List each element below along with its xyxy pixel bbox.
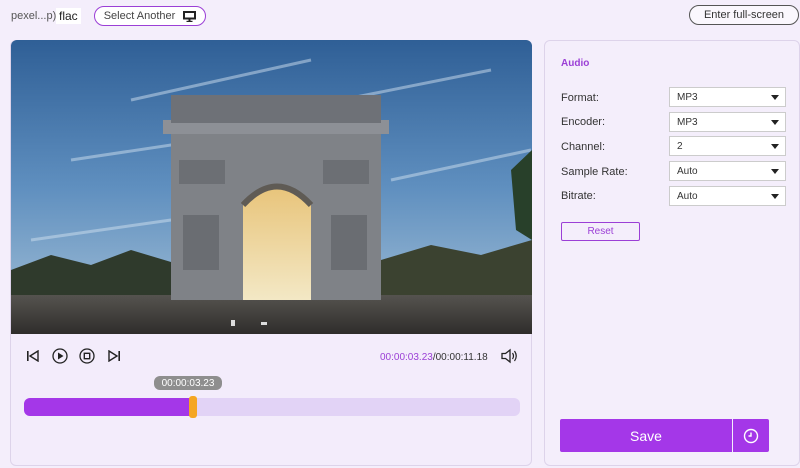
select-another-button[interactable]: Select Another bbox=[94, 6, 206, 26]
time-tooltip: 00:00:03.23 bbox=[154, 376, 222, 390]
playback-controls bbox=[24, 347, 123, 367]
video-preview[interactable] bbox=[11, 40, 532, 334]
encoder-label: Encoder: bbox=[561, 116, 606, 128]
progress-track[interactable] bbox=[24, 396, 520, 418]
format-tag: flac bbox=[56, 8, 81, 24]
time-display: 00:00:03.23/00:00:11.18 bbox=[380, 352, 488, 363]
format-dropdown[interactable]: MP3 bbox=[669, 87, 786, 107]
schedule-button[interactable] bbox=[733, 419, 769, 452]
sample-rate-value: Auto bbox=[677, 165, 698, 177]
save-button[interactable]: Save bbox=[560, 419, 732, 452]
channel-label: Channel: bbox=[561, 141, 606, 153]
file-name: pexel...p). bbox=[11, 10, 60, 22]
clock-icon bbox=[743, 428, 759, 443]
progress-fill bbox=[24, 398, 193, 416]
step-forward-icon bbox=[108, 350, 120, 362]
play-button[interactable] bbox=[51, 347, 69, 365]
step-back-icon bbox=[27, 350, 39, 362]
play-icon bbox=[52, 348, 68, 364]
monitor-icon bbox=[183, 10, 197, 22]
total-time: 00:00:11.18 bbox=[435, 352, 488, 363]
bitrate-value: Auto bbox=[677, 190, 698, 202]
video-frame bbox=[11, 40, 532, 334]
fullscreen-button[interactable]: Enter full-screen bbox=[689, 5, 799, 25]
encoder-dropdown[interactable]: MP3 bbox=[669, 112, 786, 132]
chevron-down-icon bbox=[771, 194, 779, 199]
format-value: MP3 bbox=[677, 91, 698, 103]
progress-handle[interactable] bbox=[188, 396, 197, 418]
channel-dropdown[interactable]: 2 bbox=[669, 136, 786, 156]
current-time: 00:00:03.23 bbox=[380, 352, 433, 363]
volume-icon bbox=[501, 348, 517, 364]
bitrate-dropdown[interactable]: Auto bbox=[669, 186, 786, 206]
select-another-label: Select Another bbox=[103, 10, 176, 22]
chevron-down-icon bbox=[771, 144, 779, 149]
format-label: Format: bbox=[561, 92, 599, 104]
chevron-down-icon bbox=[771, 95, 779, 100]
encoder-value: MP3 bbox=[677, 116, 698, 128]
step-back-button[interactable] bbox=[24, 347, 42, 365]
stop-button[interactable] bbox=[78, 347, 96, 365]
stop-icon bbox=[79, 348, 95, 364]
reset-button[interactable]: Reset bbox=[561, 222, 640, 241]
channel-value: 2 bbox=[677, 140, 683, 152]
bitrate-label: Bitrate: bbox=[561, 190, 596, 202]
step-forward-button[interactable] bbox=[105, 347, 123, 365]
chevron-down-icon bbox=[771, 120, 779, 125]
chevron-down-icon bbox=[771, 169, 779, 174]
top-bar: pexel...p). flac Select Another Enter fu… bbox=[0, 0, 800, 34]
sample-rate-dropdown[interactable]: Auto bbox=[669, 161, 786, 181]
audio-section-title: Audio bbox=[561, 58, 590, 69]
sample-rate-label: Sample Rate: bbox=[561, 166, 628, 178]
volume-button[interactable] bbox=[501, 348, 519, 364]
